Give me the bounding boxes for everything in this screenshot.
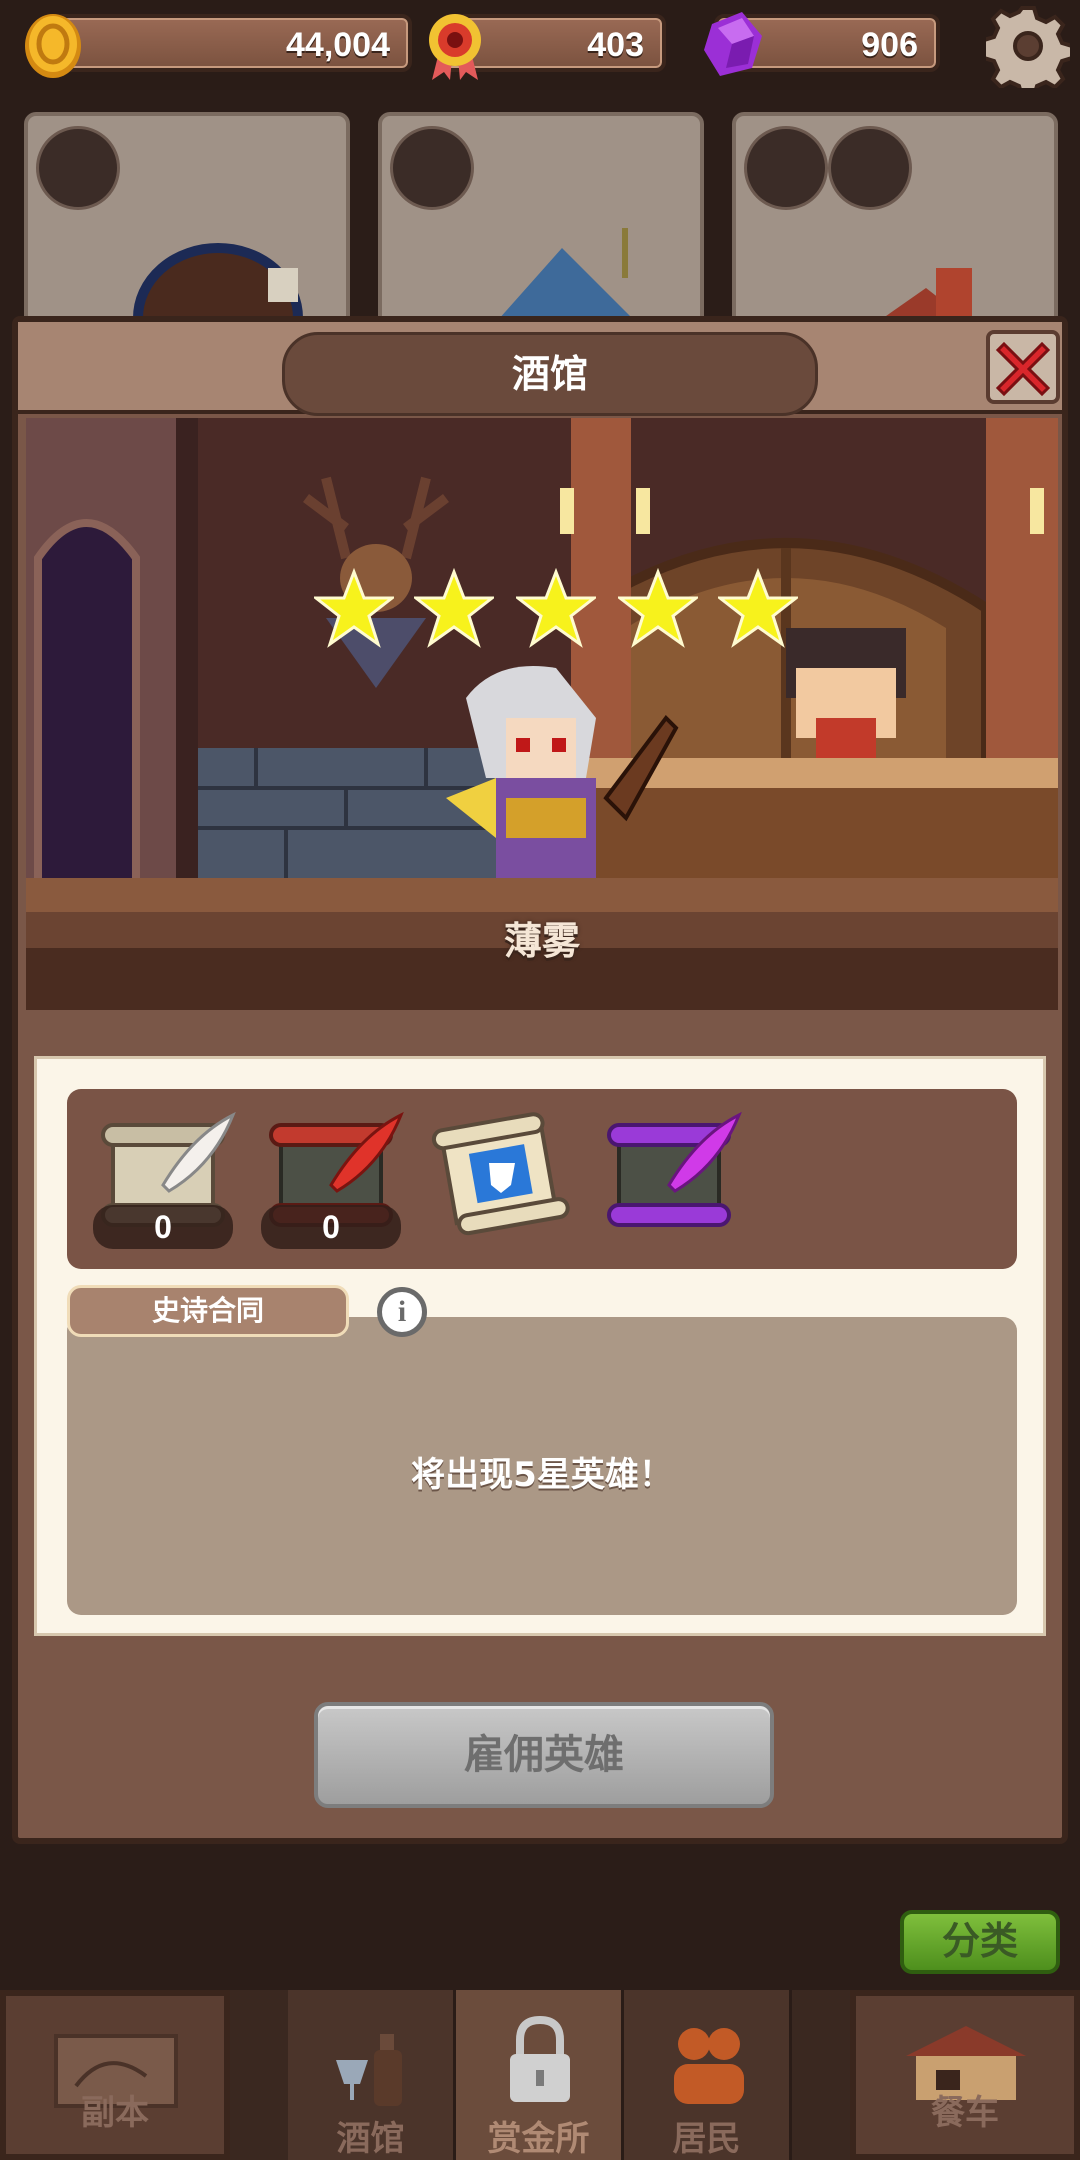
modal-title: 酒馆 [282,332,818,416]
info-icon[interactable]: i [377,1287,427,1337]
building-card-tavern[interactable] [24,112,350,342]
tavern-scene: 薄雾 [26,418,1058,1010]
nav-dungeon[interactable]: 副本 [0,1990,230,2160]
red-feather-scroll[interactable]: 0 [261,1105,411,1249]
star-icon [718,568,798,648]
gem-value: 906 [861,26,918,64]
building-card-residence[interactable] [732,112,1058,342]
nav-cart[interactable]: 餐车 [850,1990,1080,2160]
star-icon [314,568,394,648]
sort-button[interactable]: 分类 [900,1910,1060,1974]
nav-residents[interactable]: 居民 [624,1990,792,2160]
scroll-count: 0 [261,1205,401,1249]
contract-panel: 0 0 将出现5星英雄！ 史诗合同 i [34,1056,1046,1636]
star-icon [414,568,494,648]
gear-icon[interactable] [986,4,1070,88]
medal-counter: 403 [429,14,666,80]
coin-value: 44,004 [286,26,390,64]
hire-hero-button[interactable]: 雇佣英雄 [314,1702,774,1808]
hero-name: 薄雾 [503,919,580,963]
blue-shield-scroll[interactable] [429,1105,579,1245]
gem-icon [704,12,762,76]
nav-label: 餐车 [931,2093,999,2133]
scroll-count: 0 [93,1205,233,1249]
medal-value: 403 [587,26,644,64]
scroll-feather-purple-icon [607,1111,742,1227]
wine-bottle-icon [336,2034,402,2106]
nav-label: 酒馆 [336,2119,405,2159]
coin-counter: 44,004 [25,14,412,78]
close-button[interactable] [986,330,1060,404]
hero-avatar [36,126,120,210]
medal-icon [429,14,481,80]
contract-scroll-list: 0 0 [67,1089,1017,1269]
hero-avatar [744,126,828,210]
modal-header: 酒馆 [18,322,1062,416]
contract-type-label[interactable]: 史诗合同 [67,1285,349,1337]
nav-tavern[interactable]: 酒馆 [288,1990,456,2160]
resource-bar: 44,004 403 906 [0,0,1080,90]
close-icon [995,341,1051,397]
gem-counter: 906 [704,12,940,76]
purple-feather-scroll[interactable] [599,1105,749,1245]
hero-avatar [390,126,474,210]
bottom-nav: 副本 酒馆 赏金所 居民 餐车 [0,1990,1080,2160]
contract-description-box: 将出现5星英雄！ [67,1317,1017,1615]
scroll-shield-blue-icon [431,1112,570,1236]
white-feather-scroll[interactable]: 0 [93,1105,243,1249]
contract-description: 将出现5星英雄！ [411,1455,673,1495]
people-icon [674,2028,744,2104]
lock-icon [510,2015,570,2102]
coin-icon [25,14,81,78]
nav-label: 居民 [672,2119,741,2159]
star-icon [618,568,698,648]
hero-avatar [828,126,912,210]
nav-bounty[interactable]: 赏金所 [456,1990,624,2160]
tavern-modal: 酒馆 薄雾 0 0 将出现5星英雄！ 史诗合同 i 雇佣英雄 [12,316,1068,1844]
nav-label: 副本 [81,2093,149,2133]
building-card-house[interactable] [378,112,704,342]
star-icon [516,568,596,648]
nav-label: 赏金所 [487,2119,590,2159]
